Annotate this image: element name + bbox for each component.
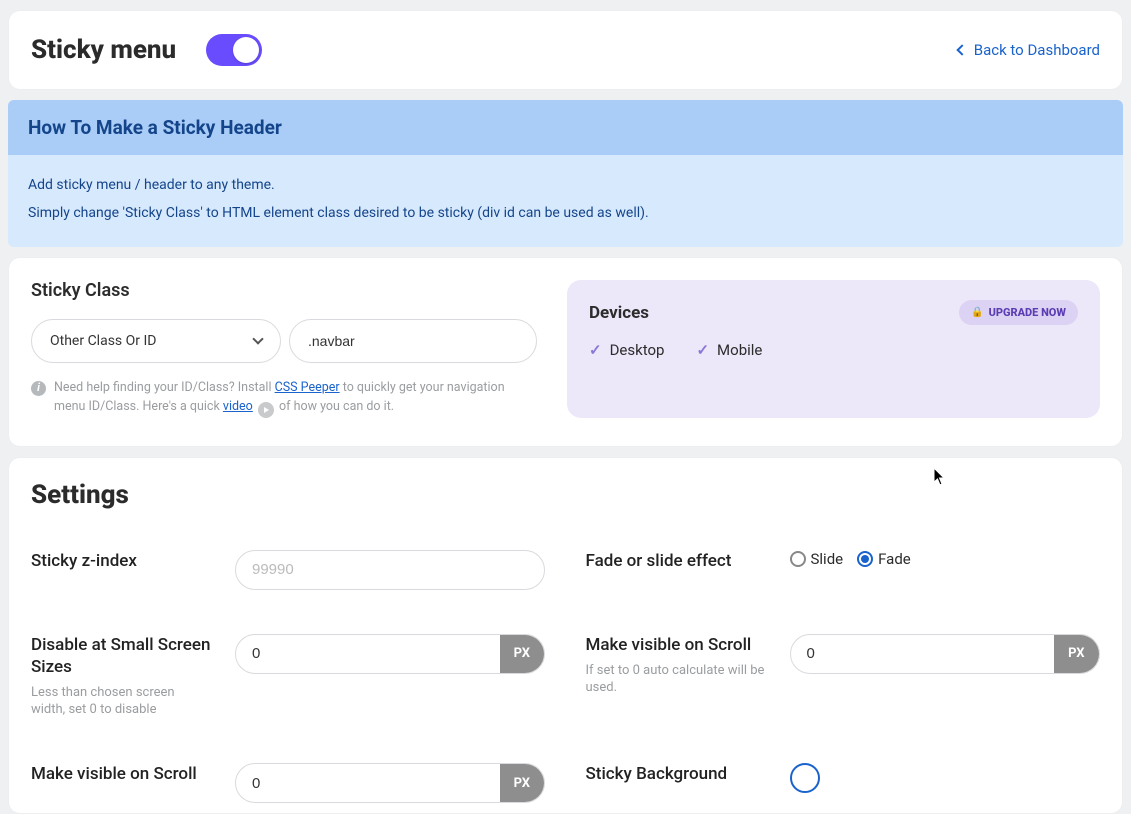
zindex-input[interactable] (236, 551, 544, 589)
zindex-input-wrap (235, 550, 545, 590)
setting-visible-scroll: Make visible on Scroll If set to 0 auto … (586, 634, 1101, 719)
devices-title: Devices (589, 303, 649, 323)
help-text: i Need help finding your ID/Class? Insta… (31, 379, 537, 418)
setting-bg-color: Sticky Background (586, 763, 1101, 803)
zindex-label: Sticky z-index (31, 550, 211, 572)
mobile-label: Mobile (717, 341, 762, 359)
toggle-knob (233, 37, 259, 63)
fade-radio-label: Fade (878, 550, 911, 568)
sticky-class-input[interactable] (308, 333, 518, 349)
effect-label: Fade or slide effect (586, 550, 766, 572)
slide-radio-wrap: Slide (790, 550, 844, 568)
sticky-class-select[interactable]: Other Class Or ID (31, 319, 281, 363)
visible-scroll-input[interactable] (791, 635, 1055, 673)
check-icon: ✓ (696, 341, 709, 359)
video-link[interactable]: video (223, 399, 253, 414)
visible-home-label: Make visible on Scroll (31, 763, 211, 785)
settings-title: Settings (31, 480, 1100, 510)
lock-icon: 🔒 (971, 307, 983, 318)
info-body: Add sticky menu / header to any theme. S… (8, 155, 1123, 247)
disable-small-label: Disable at Small Screen Sizes (31, 634, 211, 678)
sticky-class-card: Sticky Class Other Class Or ID i Need he… (8, 257, 1123, 447)
help-content: Need help finding your ID/Class? Install… (54, 379, 537, 418)
page-header: Sticky menu Back to Dashboard (8, 10, 1123, 90)
sticky-menu-toggle[interactable] (206, 34, 262, 66)
info-line-1: Add sticky menu / header to any theme. (28, 171, 1103, 199)
setting-effect: Fade or slide effect Slide Fade (586, 550, 1101, 590)
desktop-checkbox[interactable]: ✓ Desktop (589, 341, 664, 359)
disable-small-input[interactable] (236, 635, 500, 673)
sticky-class-section: Sticky Class Other Class Or ID i Need he… (31, 280, 537, 418)
setting-zindex: Sticky z-index (31, 550, 546, 590)
sticky-class-inputs: Other Class Or ID (31, 319, 537, 363)
upgrade-now-button[interactable]: 🔒 UPGRADE NOW (959, 300, 1078, 325)
play-icon (258, 402, 274, 418)
disable-small-input-wrap: PX (235, 634, 545, 674)
select-value: Other Class Or ID (50, 333, 156, 349)
chevron-left-icon (956, 44, 967, 55)
slide-radio-label: Slide (811, 550, 844, 568)
devices-checks: ✓ Desktop ✓ Mobile (589, 341, 1078, 359)
setting-disable-small: Disable at Small Screen Sizes Less than … (31, 634, 546, 719)
help-pre: Need help finding your ID/Class? Install (54, 380, 275, 395)
settings-card: Settings Sticky z-index Fade or slide ef… (8, 457, 1123, 814)
bg-color-label: Sticky Background (586, 763, 766, 785)
bg-color-picker[interactable] (790, 763, 820, 793)
visible-home-input-wrap: PX (235, 763, 545, 803)
help-post: of how you can do it. (276, 399, 394, 414)
desktop-label: Desktop (610, 341, 665, 359)
effect-radio-group: Slide Fade (790, 550, 911, 568)
settings-grid: Sticky z-index Fade or slide effect Slid… (31, 550, 1100, 803)
sticky-class-label: Sticky Class (31, 280, 537, 301)
setting-visible-home: Make visible on Scroll PX (31, 763, 546, 803)
back-link-label: Back to Dashboard (974, 41, 1100, 59)
px-unit: PX (500, 764, 544, 802)
fade-radio[interactable] (857, 551, 873, 567)
css-peeper-link[interactable]: CSS Peeper (275, 380, 340, 395)
info-icon: i (31, 381, 46, 396)
devices-panel: Devices 🔒 UPGRADE NOW ✓ Desktop ✓ Mobile (567, 280, 1100, 418)
how-to-info-box: How To Make a Sticky Header Add sticky m… (8, 100, 1123, 247)
sticky-class-text-wrap (289, 319, 537, 363)
visible-scroll-hint: If set to 0 auto calculate will be used. (586, 662, 766, 697)
page-title: Sticky menu (31, 35, 176, 65)
px-unit: PX (1054, 635, 1098, 673)
fade-radio-wrap: Fade (857, 550, 911, 568)
disable-small-hint: Less than chosen screen width, set 0 to … (31, 684, 211, 719)
visible-home-input[interactable] (236, 764, 500, 802)
back-to-dashboard-link[interactable]: Back to Dashboard (958, 41, 1100, 59)
px-unit: PX (500, 635, 544, 673)
slide-radio[interactable] (790, 551, 806, 567)
check-icon: ✓ (589, 341, 602, 359)
info-line-2: Simply change 'Sticky Class' to HTML ele… (28, 199, 1103, 227)
visible-scroll-input-wrap: PX (790, 634, 1100, 674)
upgrade-label: UPGRADE NOW (989, 306, 1066, 319)
mobile-checkbox[interactable]: ✓ Mobile (696, 341, 762, 359)
visible-scroll-label: Make visible on Scroll (586, 634, 766, 656)
devices-top: Devices 🔒 UPGRADE NOW (589, 300, 1078, 325)
chevron-down-icon (252, 333, 263, 344)
info-title: How To Make a Sticky Header (8, 100, 1123, 155)
